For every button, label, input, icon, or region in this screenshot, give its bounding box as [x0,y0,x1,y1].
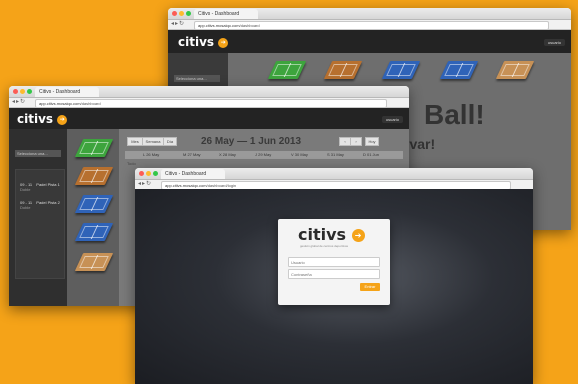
address-bar[interactable]: app.citivs.mosaiqo.com/dashboard [194,21,549,30]
next-week-button[interactable]: › [350,137,362,146]
nav-arrows-icon[interactable]: ◂▸↻ [12,99,26,106]
app-header: citivs ➔ usuario [168,30,571,54]
front-browser-window: Citivs - Dashboard ◂▸↻ app.citivs.mosaiq… [135,168,533,384]
court-image-3[interactable] [381,61,421,79]
brand-tagline: gestión global de centros deportivos [300,244,349,248]
window-controls[interactable] [13,89,32,94]
close-window-icon[interactable] [172,11,177,16]
day-header: L 26 May [143,152,160,157]
court-select[interactable]: Selecciona una... [174,75,220,82]
username-field[interactable] [288,257,380,267]
calendar-header-row: L 26 May M 27 May X 28 May J 29 May V 30… [125,151,403,159]
court-image-2[interactable] [323,61,363,79]
brand-logo[interactable]: citivs ➔ [178,35,229,49]
browser-titlebar: Citivs - Dashboard [9,86,409,98]
welcome-headline: Ball! [424,99,485,130]
event-place: Padel Pista 1 [36,182,60,187]
brand-name: citivs [17,112,54,126]
address-bar[interactable]: app.citivs.mosaiqo.com/dashboard [35,99,387,108]
court-image-3[interactable] [74,195,114,213]
view-week-button[interactable]: Semana [142,137,164,146]
maximize-window-icon[interactable] [27,89,32,94]
day-header: M 27 May [183,152,201,157]
browser-tab[interactable]: Citivs - Dashboard [35,87,99,97]
maximize-window-icon[interactable] [153,171,158,176]
password-field[interactable] [288,269,380,279]
close-window-icon[interactable] [13,89,18,94]
event-place: Padel Pista 2 [36,200,60,205]
url-host: app.citivs.mosaiqo.com [165,183,207,188]
logo-arrow-icon: ➔ [57,114,68,125]
logo-arrow-icon: ➔ [351,229,365,242]
court-image-5[interactable] [74,253,114,271]
minimize-window-icon[interactable] [146,171,151,176]
browser-titlebar: Citivs - Dashboard [168,8,571,20]
maximize-window-icon[interactable] [186,11,191,16]
url-path: /dashboard [239,23,260,28]
court-image-1[interactable] [267,61,307,79]
day-header: V 30 May [291,152,308,157]
browser-tab[interactable]: Citivs - Dashboard [194,9,258,19]
minimize-window-icon[interactable] [179,11,184,16]
today-button[interactable]: Hoy [365,137,379,146]
event-sub: Doble [20,205,31,210]
nav-arrows-icon[interactable]: ◂▸↻ [138,181,152,188]
login-button[interactable]: Entrar [360,283,380,291]
browser-titlebar: Citivs - Dashboard [135,168,533,180]
browser-tab[interactable]: Citivs - Dashboard [161,169,225,179]
view-day-button[interactable]: Día [163,137,177,146]
minimize-window-icon[interactable] [20,89,25,94]
app-header: citivs ➔ usuario [9,108,409,130]
day-header: D 01 Jun [363,152,380,157]
court-image-1[interactable] [74,139,114,157]
login-logo: citivs ➔ [298,225,365,244]
allday-label: Todo [127,161,136,166]
user-menu-button[interactable]: usuario [543,39,565,46]
event-item[interactable]: 09 - 11 Padel Pista 1 Doble [20,182,60,192]
view-month-button[interactable]: Mes [127,137,143,146]
court-select[interactable]: Selecciona una... [15,150,61,157]
court-image-4[interactable] [439,61,479,79]
court-column [67,129,119,306]
window-controls[interactable] [139,171,158,176]
login-card: citivs ➔ gestión global de centros depor… [278,219,390,305]
login-page: citivs ➔ gestión global de centros depor… [135,189,533,384]
window-controls[interactable] [172,11,191,16]
event-item[interactable]: 09 - 11 Padel Pista 2 Doble [20,200,60,210]
url-path: /dashboard/login [206,183,237,188]
event-sub: Doble [20,187,31,192]
user-menu-button[interactable]: usuario [381,116,403,123]
brand-logo[interactable]: citivs ➔ [17,112,68,126]
court-image-2[interactable] [74,167,114,185]
url-host: app.citivs.mosaiqo.com [39,101,81,106]
brand-name: citivs [178,35,215,49]
logo-arrow-icon: ➔ [218,37,229,48]
close-window-icon[interactable] [139,171,144,176]
day-header: J 29 May [255,152,272,157]
brand-name: citivs [298,225,347,244]
url-path: /dashboard [80,101,101,106]
address-bar-row: ◂▸↻ app.citivs.mosaiqo.com/dashboard [9,98,409,108]
nav-arrows-icon[interactable]: ◂▸↻ [171,21,185,28]
address-bar-row: ◂▸↻ app.citivs.mosaiqo.com/dashboard [168,20,571,30]
sidebar: Selecciona una... 09 - 11 Padel Pista 1 … [9,129,67,306]
day-header: S 31 May [327,152,344,157]
event-list: 09 - 11 Padel Pista 1 Doble 09 - 11 Pade… [15,169,65,279]
court-image-4[interactable] [74,223,114,241]
court-image-5[interactable] [495,61,535,79]
day-header: X 28 May [219,152,236,157]
url-host: app.citivs.mosaiqo.com [198,23,240,28]
date-range-title: 26 May — 1 Jun 2013 [201,136,302,147]
